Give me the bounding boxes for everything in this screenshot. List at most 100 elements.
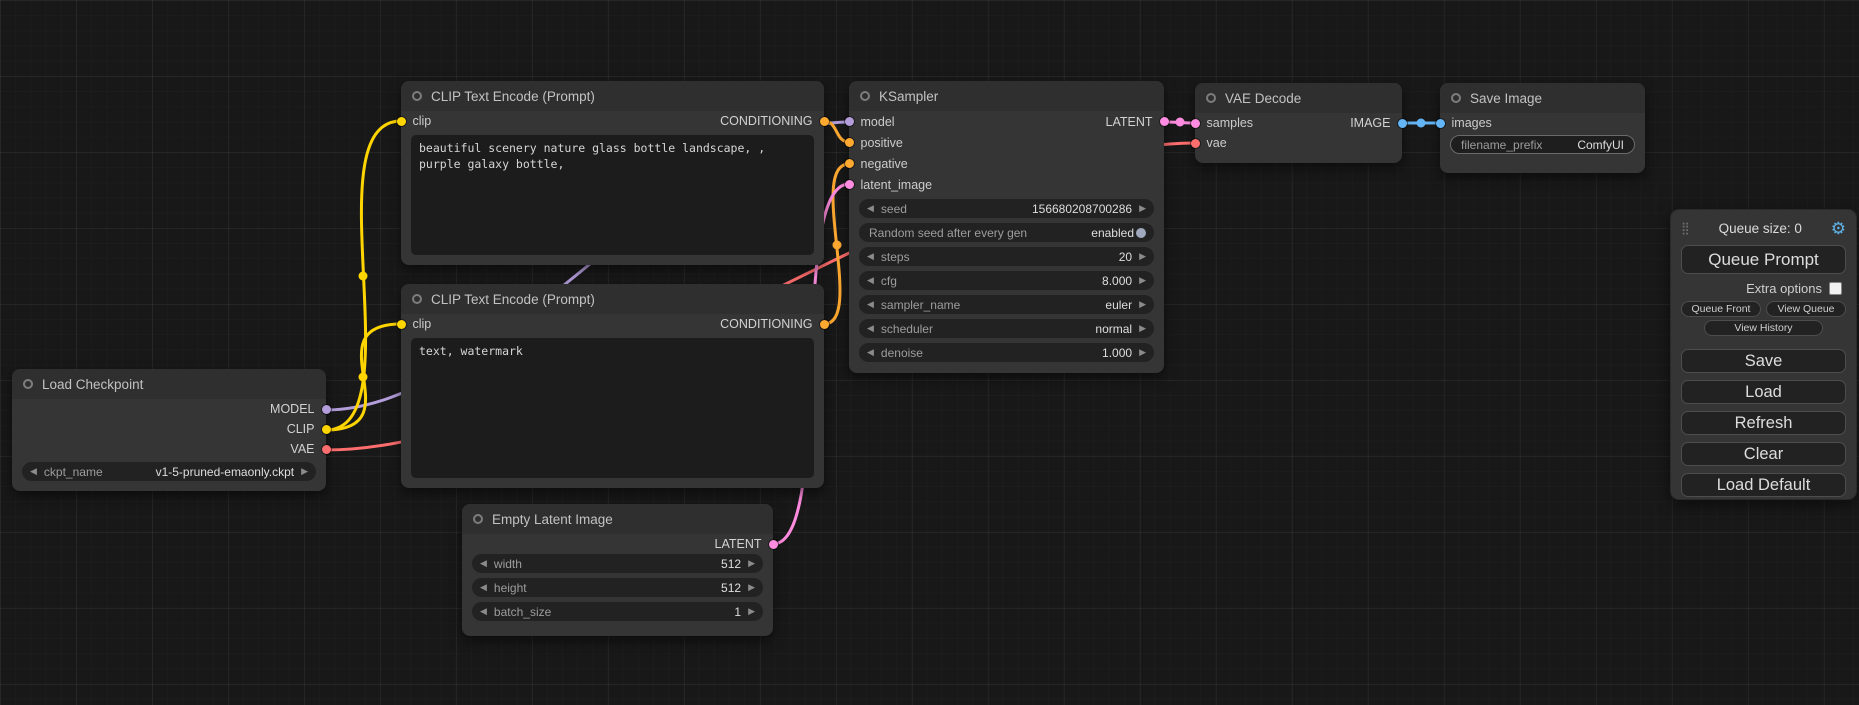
node-titlebar[interactable]: Empty Latent Image — [462, 504, 773, 534]
positive-input-port[interactable] — [845, 138, 854, 147]
model-output-port[interactable] — [322, 405, 331, 414]
decrement-arrow-icon[interactable]: ◀ — [867, 275, 874, 286]
node-titlebar[interactable]: KSampler — [849, 81, 1164, 111]
decrement-arrow-icon[interactable]: ◀ — [30, 466, 37, 477]
widget-label: batch_size — [494, 605, 551, 619]
extra-options-checkbox[interactable] — [1829, 282, 1842, 295]
increment-arrow-icon[interactable]: ▶ — [748, 606, 755, 617]
decrement-arrow-icon[interactable]: ◀ — [480, 558, 487, 569]
collapse-dot-icon[interactable] — [412, 294, 422, 304]
image-output-port[interactable] — [1398, 119, 1407, 128]
decrement-arrow-icon[interactable]: ◀ — [867, 203, 874, 214]
images-input-port[interactable] — [1436, 119, 1445, 128]
node-titlebar[interactable]: CLIP Text Encode (Prompt) — [401, 284, 824, 314]
refresh-button[interactable]: Refresh — [1681, 411, 1846, 435]
clip-input-port[interactable] — [397, 117, 406, 126]
vae-input-port[interactable] — [1191, 139, 1200, 148]
node-clip-text-encode-positive[interactable]: CLIP Text Encode (Prompt) clip CONDITION… — [401, 81, 824, 265]
link-dot — [359, 272, 368, 281]
view-queue-button[interactable]: View Queue — [1766, 301, 1846, 317]
load-button[interactable]: Load — [1681, 380, 1846, 404]
output-slot-label: LATENT — [715, 537, 762, 551]
node-titlebar[interactable]: Save Image — [1440, 83, 1645, 113]
decrement-arrow-icon[interactable]: ◀ — [867, 347, 874, 358]
ckpt-name-widget[interactable]: ◀ ckpt_name v1-5-pruned-emaonly.ckpt ▶ — [22, 462, 316, 481]
toggle-dot-icon[interactable] — [1136, 228, 1146, 238]
node-title-label: CLIP Text Encode (Prompt) — [431, 292, 595, 307]
negative-prompt-textarea[interactable]: text, watermark — [411, 338, 814, 478]
latent-output-port[interactable] — [1160, 117, 1169, 126]
node-clip-text-encode-negative[interactable]: CLIP Text Encode (Prompt) clip CONDITION… — [401, 284, 824, 488]
increment-arrow-icon[interactable]: ▶ — [1139, 299, 1146, 310]
decrement-arrow-icon[interactable]: ◀ — [480, 582, 487, 593]
filename-prefix-widget[interactable]: filename_prefix ComfyUI — [1450, 135, 1635, 154]
positive-prompt-textarea[interactable]: beautiful scenery nature glass bottle la… — [411, 135, 814, 255]
input-slot-label: vae — [1207, 136, 1227, 150]
latent-image-input-port[interactable] — [845, 180, 854, 189]
node-empty-latent-image[interactable]: Empty Latent Image LATENT ◀ width 512 ▶ … — [462, 504, 773, 636]
seed-widget[interactable]: ◀ seed 156680208700286 ▶ — [859, 199, 1154, 218]
widget-value: 20 — [1119, 250, 1132, 264]
collapse-dot-icon[interactable] — [412, 91, 422, 101]
negative-input-port[interactable] — [845, 159, 854, 168]
output-slot-label: CONDITIONING — [720, 317, 812, 331]
random-seed-toggle-widget[interactable]: Random seed after every gen enabled — [859, 223, 1154, 242]
node-load-checkpoint[interactable]: Load Checkpoint MODEL CLIP VAE ◀ ckpt_na… — [12, 369, 326, 491]
model-input-port[interactable] — [845, 117, 854, 126]
node-titlebar[interactable]: VAE Decode — [1195, 83, 1402, 113]
clip-input-port[interactable] — [397, 320, 406, 329]
width-widget[interactable]: ◀ width 512 ▶ — [472, 554, 763, 573]
height-widget[interactable]: ◀ height 512 ▶ — [472, 578, 763, 597]
widget-label: scheduler — [881, 322, 933, 336]
settings-gear-icon[interactable]: ⚙ — [1831, 220, 1846, 237]
queue-front-button[interactable]: Queue Front — [1681, 301, 1761, 317]
load-default-button[interactable]: Load Default — [1681, 473, 1846, 497]
node-titlebar[interactable]: Load Checkpoint — [12, 369, 326, 399]
node-titlebar[interactable]: CLIP Text Encode (Prompt) — [401, 81, 824, 111]
decrement-arrow-icon[interactable]: ◀ — [867, 323, 874, 334]
latent-output-port[interactable] — [769, 540, 778, 549]
increment-arrow-icon[interactable]: ▶ — [1139, 251, 1146, 262]
node-graph-canvas[interactable]: Load Checkpoint MODEL CLIP VAE ◀ ckpt_na… — [0, 0, 1859, 705]
node-title-label: Save Image — [1470, 91, 1542, 106]
collapse-dot-icon[interactable] — [23, 379, 33, 389]
increment-arrow-icon[interactable]: ▶ — [1139, 203, 1146, 214]
save-button[interactable]: Save — [1681, 349, 1846, 373]
increment-arrow-icon[interactable]: ▶ — [1139, 323, 1146, 334]
steps-widget[interactable]: ◀ steps 20 ▶ — [859, 247, 1154, 266]
samples-input-port[interactable] — [1191, 119, 1200, 128]
increment-arrow-icon[interactable]: ▶ — [1139, 275, 1146, 286]
increment-arrow-icon[interactable]: ▶ — [301, 466, 308, 477]
clear-button[interactable]: Clear — [1681, 442, 1846, 466]
view-history-button[interactable]: View History — [1704, 320, 1823, 336]
widget-label: Random seed after every gen — [869, 226, 1027, 240]
conditioning-output-port[interactable] — [820, 117, 829, 126]
decrement-arrow-icon[interactable]: ◀ — [867, 251, 874, 262]
decrement-arrow-icon[interactable]: ◀ — [867, 299, 874, 310]
sampler-name-widget[interactable]: ◀ sampler_name euler ▶ — [859, 295, 1154, 314]
node-save-image[interactable]: Save Image images filename_prefix ComfyU… — [1440, 83, 1645, 173]
increment-arrow-icon[interactable]: ▶ — [1139, 347, 1146, 358]
node-vae-decode[interactable]: VAE Decode samples IMAGE vae — [1195, 83, 1402, 163]
widget-label: cfg — [881, 274, 897, 288]
scheduler-widget[interactable]: ◀ scheduler normal ▶ — [859, 319, 1154, 338]
decrement-arrow-icon[interactable]: ◀ — [480, 606, 487, 617]
output-slot-label: CONDITIONING — [720, 114, 812, 128]
vae-output-port[interactable] — [322, 445, 331, 454]
node-ksampler[interactable]: KSampler model LATENT positive negative … — [849, 81, 1164, 373]
collapse-dot-icon[interactable] — [1451, 93, 1461, 103]
drag-handle-icon[interactable]: ⣿ — [1681, 221, 1690, 235]
conditioning-output-port[interactable] — [820, 320, 829, 329]
clip-output-port[interactable] — [322, 425, 331, 434]
increment-arrow-icon[interactable]: ▶ — [748, 558, 755, 569]
collapse-dot-icon[interactable] — [1206, 93, 1216, 103]
output-slot-label: VAE — [290, 442, 314, 456]
collapse-dot-icon[interactable] — [860, 91, 870, 101]
widget-label: seed — [881, 202, 907, 216]
increment-arrow-icon[interactable]: ▶ — [748, 582, 755, 593]
batch-size-widget[interactable]: ◀ batch_size 1 ▶ — [472, 602, 763, 621]
denoise-widget[interactable]: ◀ denoise 1.000 ▶ — [859, 343, 1154, 362]
collapse-dot-icon[interactable] — [473, 514, 483, 524]
cfg-widget[interactable]: ◀ cfg 8.000 ▶ — [859, 271, 1154, 290]
queue-prompt-button[interactable]: Queue Prompt — [1681, 245, 1846, 274]
